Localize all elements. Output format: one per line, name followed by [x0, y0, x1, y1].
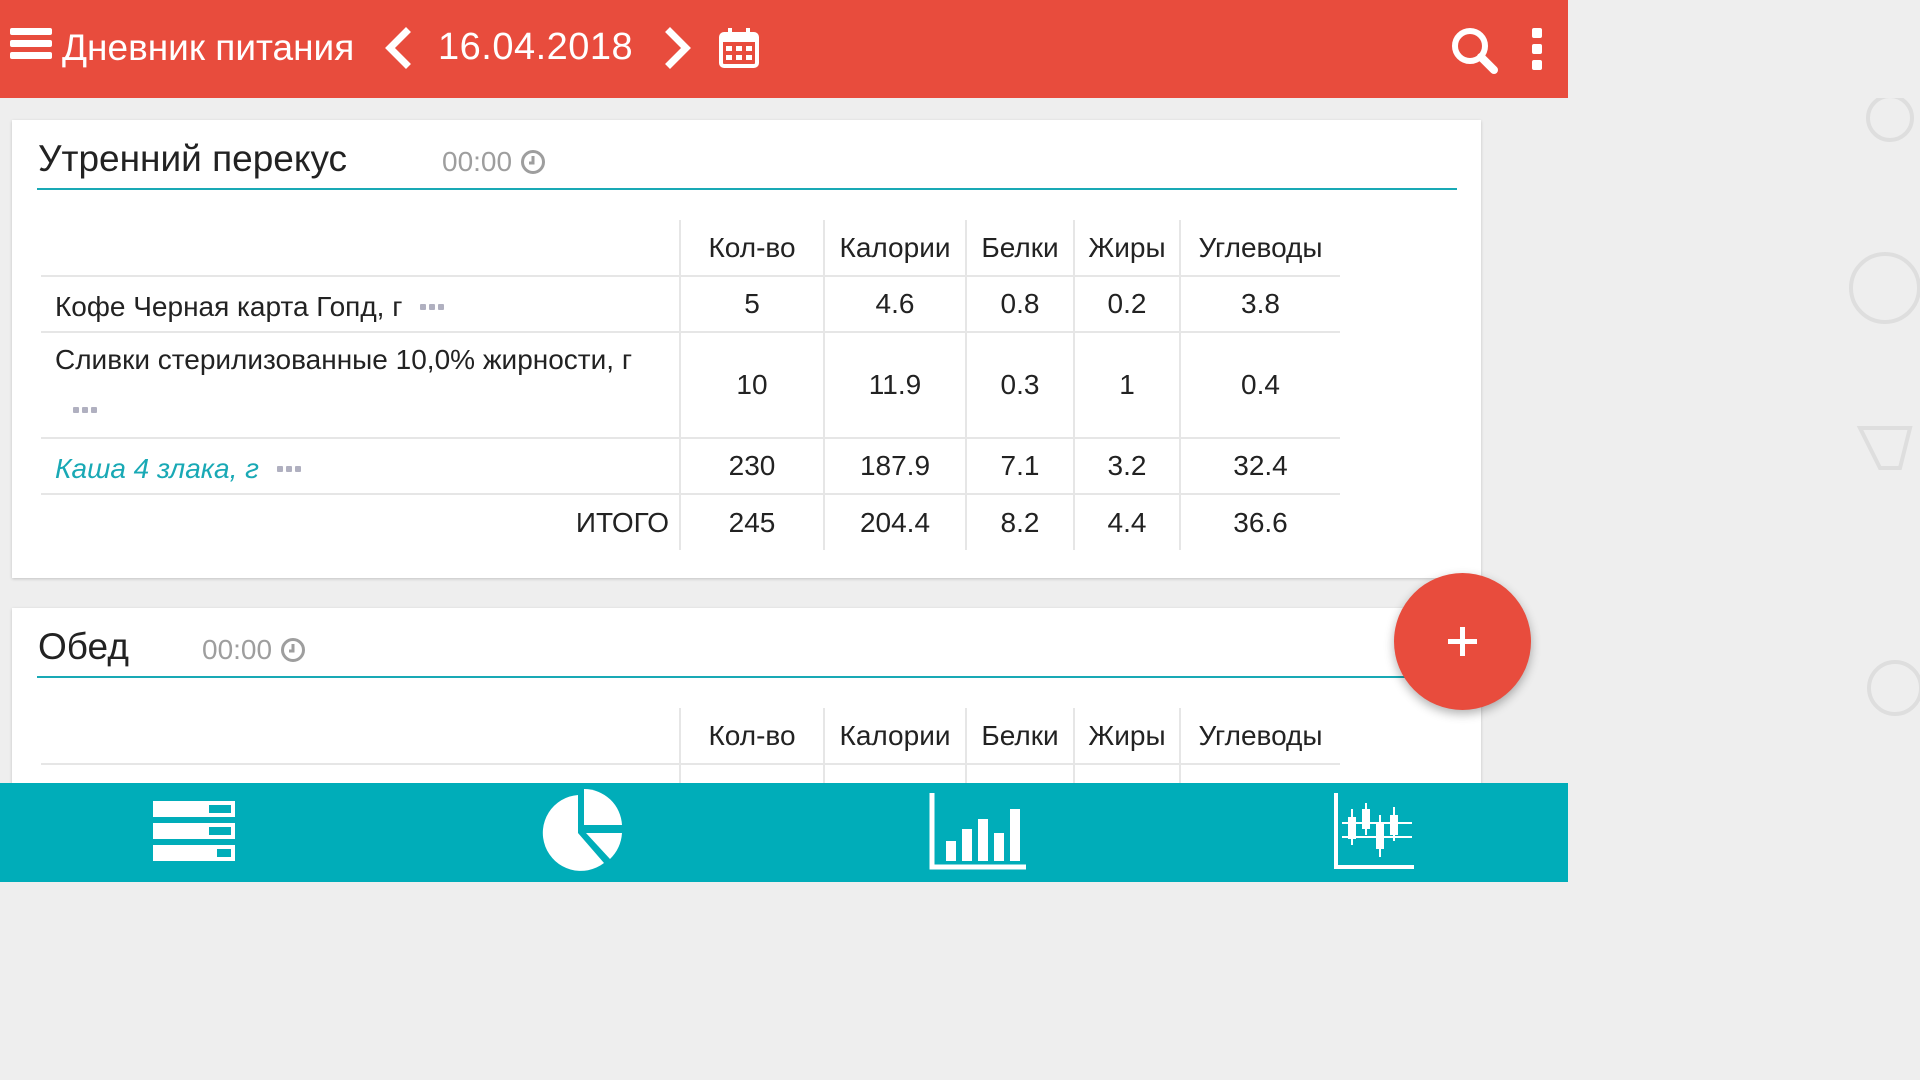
total-kcal: 204.4	[823, 493, 967, 550]
total-fat: 4.4	[1073, 493, 1181, 550]
chevron-right-icon[interactable]	[660, 26, 696, 70]
meal-title: Утренний перекус	[38, 138, 348, 179]
kcal-cell: 4.6	[823, 275, 967, 333]
total-qty: 245	[679, 493, 825, 550]
meal-time-value: 00:00	[202, 634, 273, 665]
meal-time[interactable]: 00:00	[442, 144, 546, 180]
calendar-icon[interactable]	[718, 28, 760, 68]
column-header-protein: Белки	[965, 708, 1075, 765]
more-horizontal-icon[interactable]	[73, 382, 100, 426]
meal-card-morning-snack: Утренний перекус 00:00 Кол-во Калории Бе…	[12, 120, 1481, 578]
protein-cell: 0.8	[965, 275, 1075, 333]
fat-cell: 1	[1073, 331, 1181, 439]
meal-time[interactable]: 00:00	[202, 632, 306, 668]
meal-time-value: 00:00	[442, 146, 513, 177]
protein-cell: 7.1	[965, 437, 1075, 495]
tab-diary[interactable]	[95, 783, 295, 882]
chevron-left-icon[interactable]	[380, 26, 416, 70]
column-header-kcal: Калории	[823, 708, 967, 765]
clock-icon	[281, 638, 306, 662]
qty-cell: 230	[679, 437, 825, 495]
tab-pie-chart[interactable]	[482, 783, 682, 882]
column-header-fat: Жиры	[1073, 708, 1181, 765]
table-row[interactable]: Кофе Черная карта Гопд, г 5 4.6 0.8 0.2 …	[41, 275, 1340, 333]
carbs-cell: 32.4	[1179, 437, 1340, 495]
food-name-cell: Каша 4 злака, г	[41, 437, 681, 495]
meal-title: Обед	[38, 626, 129, 667]
qty-cell: 10	[679, 331, 825, 439]
clock-icon	[521, 150, 546, 174]
bar-chart-icon	[929, 793, 1026, 870]
column-header-carbs: Углеводы	[1179, 220, 1340, 277]
total-protein: 8.2	[965, 493, 1075, 550]
protein-cell: 0.3	[965, 331, 1075, 439]
add-food-fab[interactable]	[1394, 573, 1531, 710]
kcal-cell: 11.9	[823, 331, 967, 439]
diary-list-icon	[153, 801, 235, 861]
food-name-cell: Сливки стерилизованные 10,0% жирности, г	[41, 331, 681, 439]
more-horizontal-icon[interactable]	[420, 279, 447, 323]
carbs-cell: 0.4	[1179, 331, 1340, 439]
app-title: Дневник питания	[62, 27, 355, 68]
meal-card-lunch: Обед 00:00 Кол-во Калории Белки Жиры Угл…	[12, 608, 1481, 808]
table-row[interactable]: Каша 4 злака, г 230 187.9 7.1 3.2 32.4	[41, 437, 1340, 495]
column-header-qty: Кол-во	[679, 220, 825, 277]
food-name: Сливки стерилизованные 10,0% жирности, г	[55, 344, 633, 375]
fat-cell: 0.2	[1073, 275, 1181, 333]
total-carbs: 36.6	[1179, 493, 1340, 550]
meal-underline	[37, 676, 1417, 678]
column-header-kcal: Калории	[823, 220, 967, 277]
table-row[interactable]: Сливки стерилизованные 10,0% жирности, г…	[41, 331, 1340, 439]
background-pattern	[1849, 98, 1920, 716]
column-header-carbs: Углеводы	[1179, 708, 1340, 765]
food-name: Кофе Черная карта Гопд, г	[55, 291, 403, 322]
food-name-link[interactable]: Каша 4 злака, г	[55, 453, 259, 484]
carbs-cell: 3.8	[1179, 275, 1340, 333]
tab-bar-chart[interactable]	[880, 783, 1080, 882]
table-header-row: Кол-во Калории Белки Жиры Углеводы	[41, 708, 1340, 765]
column-header-protein: Белки	[965, 220, 1075, 277]
meal-underline	[37, 188, 1457, 190]
food-table: Кол-во Калории Белки Жиры Углеводы Кофе …	[41, 220, 1340, 550]
total-label: ИТОГО	[41, 493, 681, 550]
column-header-fat: Жиры	[1073, 220, 1181, 277]
food-name-cell: Кофе Черная карта Гопд, г	[41, 275, 681, 333]
header-name-cell	[41, 220, 681, 277]
kcal-cell: 187.9	[823, 437, 967, 495]
tab-candlestick-chart[interactable]	[1284, 783, 1484, 882]
hamburger-menu-icon[interactable]	[10, 28, 52, 66]
candlestick-chart-icon	[1334, 793, 1414, 869]
fat-cell: 3.2	[1073, 437, 1181, 495]
more-vertical-icon[interactable]	[1526, 26, 1548, 72]
column-header-qty: Кол-во	[679, 708, 825, 765]
pie-chart-icon	[542, 789, 622, 871]
current-date[interactable]: 16.04.2018	[438, 24, 633, 70]
header-name-cell	[41, 708, 681, 765]
search-icon[interactable]	[1448, 24, 1500, 76]
total-row: ИТОГО 245 204.4 8.2 4.4 36.6	[41, 493, 1340, 550]
qty-cell: 5	[679, 275, 825, 333]
table-header-row: Кол-во Калории Белки Жиры Углеводы	[41, 220, 1340, 277]
app-bar: Дневник питания 16.04.2018	[0, 0, 1568, 98]
bottom-nav	[0, 783, 1568, 882]
more-horizontal-icon[interactable]	[276, 441, 304, 485]
